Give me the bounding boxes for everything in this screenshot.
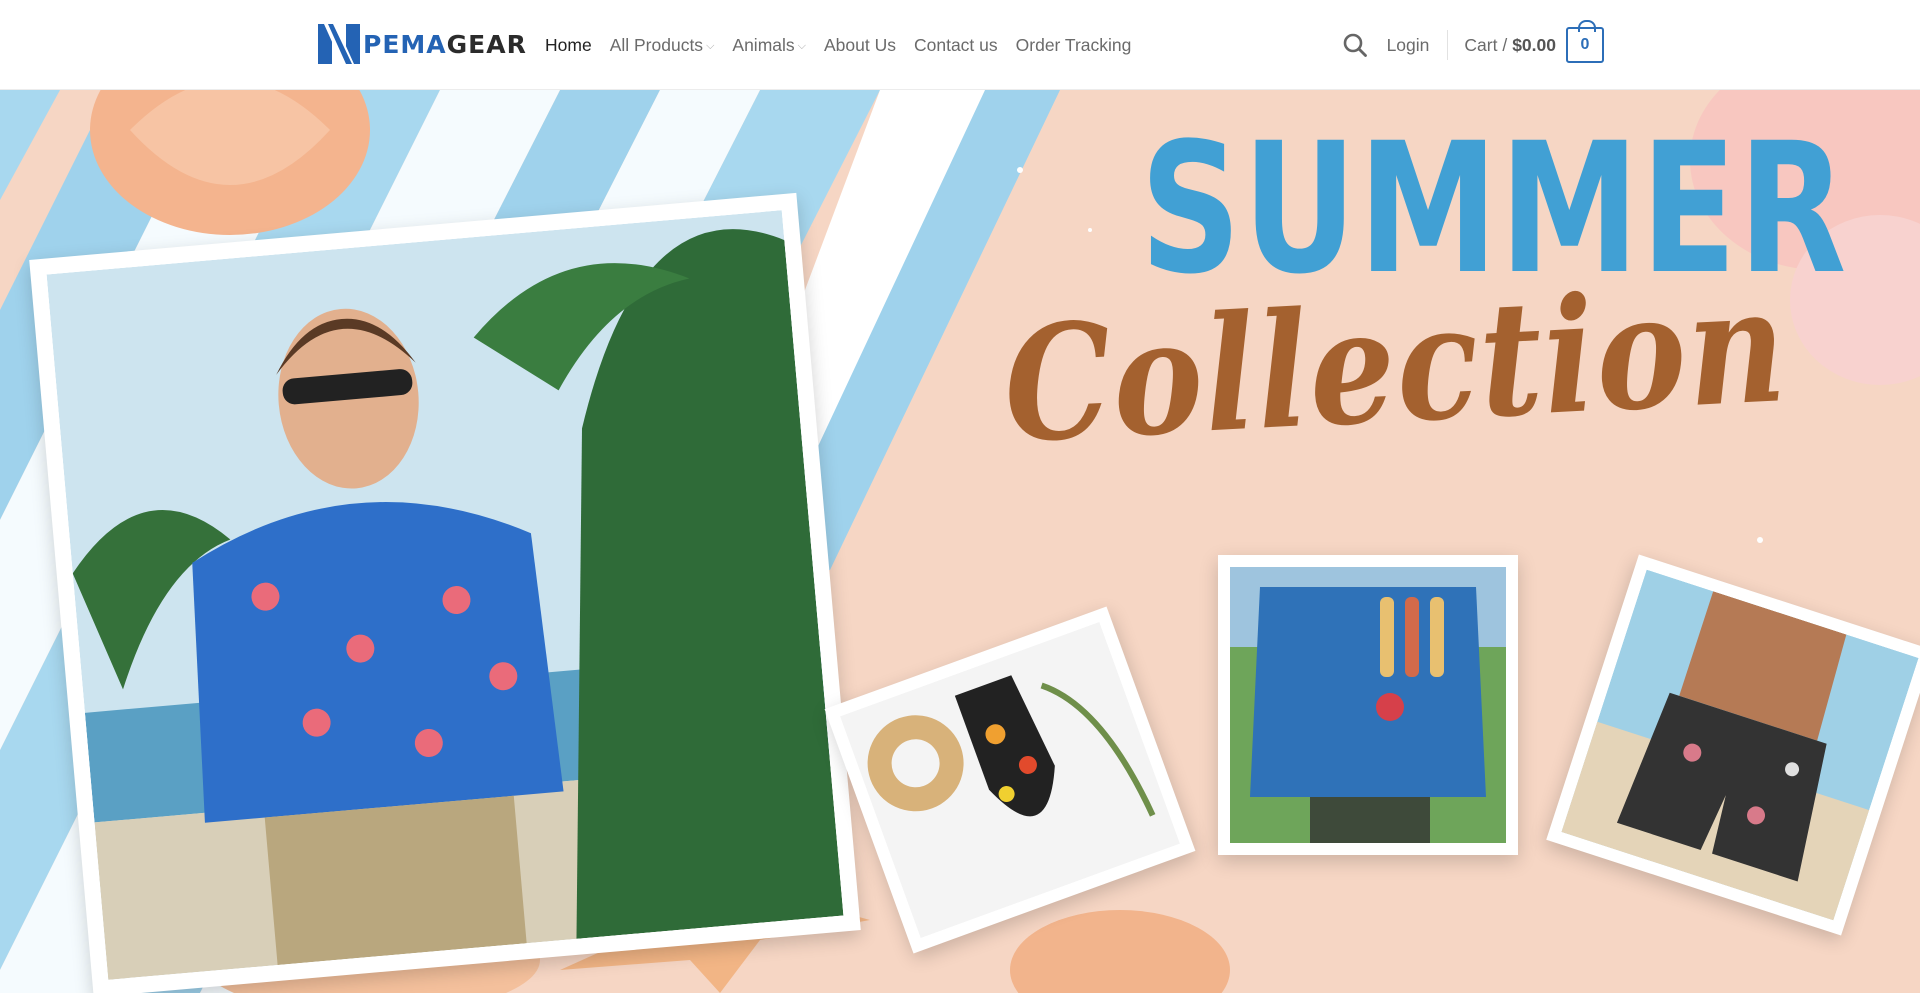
login-link[interactable]: Login: [1387, 35, 1430, 56]
shirt-photo: [1218, 555, 1518, 855]
cart-amount: $0.00: [1512, 34, 1556, 55]
hero-title-collection: Collection: [999, 253, 1792, 479]
nav-item-contact-us[interactable]: Contact us: [914, 35, 998, 56]
chevron-down-icon: ⌵: [706, 39, 715, 52]
header-actions: Login Cart / $0.00 0: [1342, 0, 1604, 90]
site-logo[interactable]: PEMAGEAR: [318, 24, 527, 64]
nav-item-home[interactable]: Home: [545, 35, 592, 56]
cart-count-badge[interactable]: 0: [1566, 20, 1604, 63]
logo-mark-icon: [318, 24, 360, 64]
cart-link[interactable]: Cart / $0.00 0: [1464, 20, 1604, 63]
search-icon[interactable]: [1342, 32, 1368, 58]
chevron-down-icon: ⌵: [797, 39, 806, 52]
site-header: PEMAGEAR Home All Products ⌵ Animals ⌵ Abo…: [0, 0, 1920, 90]
cart-label: Cart /: [1464, 34, 1508, 55]
nav-item-about-us[interactable]: About Us: [824, 35, 896, 56]
hero-banner[interactable]: SUMMER Collection: [0, 90, 1920, 993]
main-nav: Home All Products ⌵ Animals ⌵ About Us Con…: [545, 0, 1149, 90]
nav-item-order-tracking[interactable]: Order Tracking: [1016, 35, 1132, 56]
header-divider: [1447, 30, 1449, 60]
logo-text: PEMAGEAR: [363, 29, 527, 59]
hero-main-photo: [29, 192, 861, 993]
nav-item-all-products[interactable]: All Products ⌵: [610, 35, 715, 56]
man-hawaiian-shirt-image: [46, 210, 844, 980]
surf-shirt-image: [1230, 567, 1506, 843]
nav-item-animals[interactable]: Animals ⌵: [732, 35, 806, 56]
